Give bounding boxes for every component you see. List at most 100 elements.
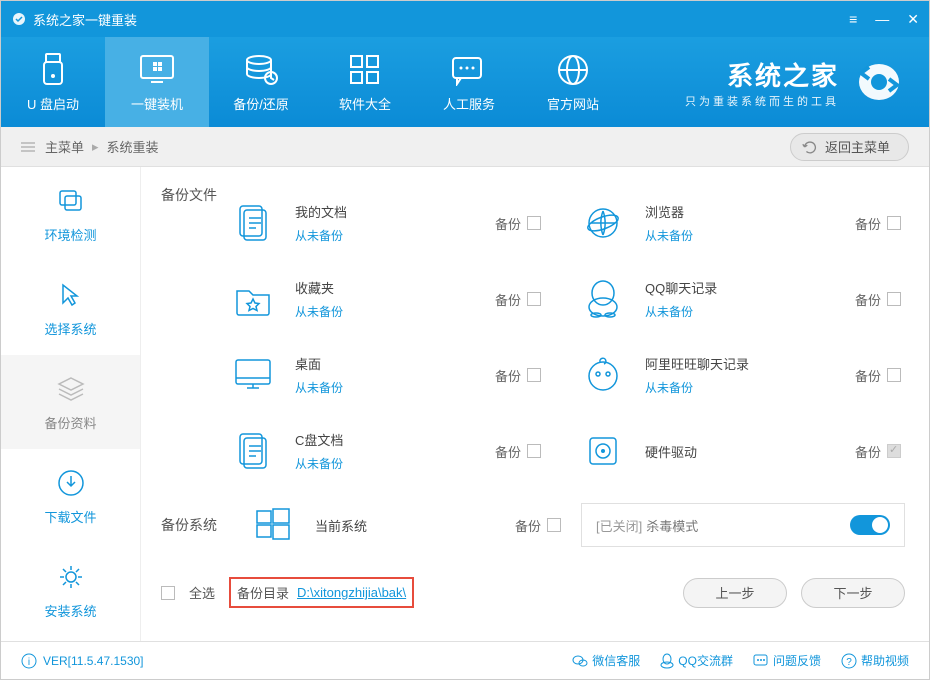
ie-icon [581,201,625,245]
nav-label: 软件大全 [339,94,391,113]
backup-label: 备份 [855,366,881,385]
backup-system-checkbox[interactable] [547,518,561,532]
nav-label: 一键装机 [131,94,183,113]
backup-checkbox[interactable] [527,444,541,458]
folder-star-icon [231,277,275,321]
footer-feedback[interactable]: 问题反馈 [753,652,821,669]
feedback-icon [753,654,769,668]
step-install[interactable]: 安装系统 [1,543,140,637]
current-system-label: 当前系统 [315,516,495,535]
backup-checkbox[interactable] [527,216,541,230]
back-label: 返回主菜单 [825,137,890,156]
nav-label: U 盘启动 [27,94,79,113]
close-icon[interactable]: ✕ [907,11,919,28]
file-row-documents: 我的文档从未备份 备份 [231,185,541,261]
backup-checkbox[interactable] [527,292,541,306]
backup-label: 备份 [855,442,881,461]
step-label: 下载文件 [44,507,96,526]
usb-icon [33,52,73,88]
qq-small-icon [660,653,674,669]
backup-dir-label: 备份目录 [237,583,289,602]
breadcrumb-root[interactable]: 主菜单 [45,137,84,156]
file-name: 阿里旺旺聊天记录 [645,354,835,373]
nav-service[interactable]: 人工服务 [417,37,521,127]
backup-files-label: 备份文件 [161,185,231,489]
file-row-desktop: 桌面从未备份 备份 [231,337,541,413]
step-label: 环境检测 [44,225,96,244]
backup-label: 备份 [515,516,541,535]
database-icon [241,52,281,88]
backup-checkbox[interactable] [527,368,541,382]
prev-button[interactable]: 上一步 [683,578,787,608]
select-all-label: 全选 [189,583,215,602]
backup-path-highlight: 备份目录 D:\xitongzhijia\bak\ [229,577,414,608]
step-select-system[interactable]: 选择系统 [1,261,140,355]
brand: 系统之家 只为重装系统而生的工具 [685,56,929,109]
step-env-check[interactable]: 环境检测 [1,167,140,261]
file-status: 从未备份 [645,227,835,244]
cursor-icon [55,279,87,311]
file-name: C盘文档 [295,430,475,449]
backup-label: 备份 [495,366,521,385]
backup-label: 备份 [495,290,521,309]
backup-path-link[interactable]: D:\xitongzhijia\bak\ [297,585,406,600]
layers-icon [55,185,87,217]
file-name: 浏览器 [645,202,835,221]
step-label: 安装系统 [44,601,96,620]
antivirus-toggle[interactable] [850,515,890,535]
breadcrumb-current: 系统重装 [107,137,159,156]
backup-checkbox[interactable] [887,368,901,382]
file-status: 从未备份 [295,455,475,472]
file-status: 从未备份 [295,303,475,320]
windows-icon [251,503,295,547]
menu-icon[interactable]: ≡ [849,11,857,28]
title-bar: 系统之家一键重装 ≡ — ✕ [1,1,929,37]
nav-website[interactable]: 官方网站 [521,37,625,127]
backup-system-label: 备份系统 [161,515,231,535]
apps-icon [345,52,385,88]
file-name: 我的文档 [295,202,475,221]
footer-wechat[interactable]: 微信客服 [572,652,640,669]
file-status: 从未备份 [295,379,475,396]
file-status: 从未备份 [645,379,835,396]
step-download[interactable]: 下载文件 [1,449,140,543]
nav-label: 官方网站 [547,94,599,113]
undo-icon [801,138,819,156]
nav-one-click-install[interactable]: 一键装机 [105,37,209,127]
backup-checkbox[interactable] [887,216,901,230]
content-area: 备份文件 我的文档从未备份 备份 收藏夹从未备份 备份 [141,167,929,641]
nav-software[interactable]: 软件大全 [313,37,417,127]
globe-icon [553,52,593,88]
footer-help-video[interactable]: ?帮助视频 [841,652,909,669]
brand-title: 系统之家 [727,56,839,93]
window-title-text: 系统之家一键重装 [33,10,137,29]
breadcrumb-bar: 主菜单 ▸ 系统重装 返回主菜单 [1,127,929,167]
backup-label: 备份 [495,214,521,233]
nav-usb-boot[interactable]: U 盘启动 [1,37,105,127]
next-button[interactable]: 下一步 [801,578,905,608]
file-row-wangwang-chat: 阿里旺旺聊天记录从未备份 备份 [581,337,901,413]
file-name: 硬件驱动 [645,442,835,461]
footer-qq-group[interactable]: QQ交流群 [660,652,733,669]
back-button[interactable]: 返回主菜单 [790,133,909,161]
list-icon [21,140,37,154]
nav-backup-restore[interactable]: 备份/还原 [209,37,313,127]
wechat-icon [572,654,588,668]
step-backup-data[interactable]: 备份资料 [1,355,140,449]
select-all-checkbox[interactable] [161,586,175,600]
backup-checkbox[interactable] [887,292,901,306]
document-icon [231,201,275,245]
svg-text:?: ? [846,657,852,668]
step-sidebar: 环境检测 选择系统 备份资料 下载文件 安装系统 [1,167,141,641]
version-text[interactable]: VER[11.5.47.1530] [43,654,144,668]
file-status: 从未备份 [295,227,475,244]
wangwang-icon [581,353,625,397]
window-title: 系统之家一键重装 [11,10,849,29]
minimize-icon[interactable]: — [875,11,889,28]
download-icon [55,467,87,499]
step-label: 备份资料 [44,413,96,432]
antivirus-status: [已关闭] [596,516,642,535]
desktop-icon [231,353,275,397]
step-label: 选择系统 [44,319,96,338]
file-row-browser: 浏览器从未备份 备份 [581,185,901,261]
